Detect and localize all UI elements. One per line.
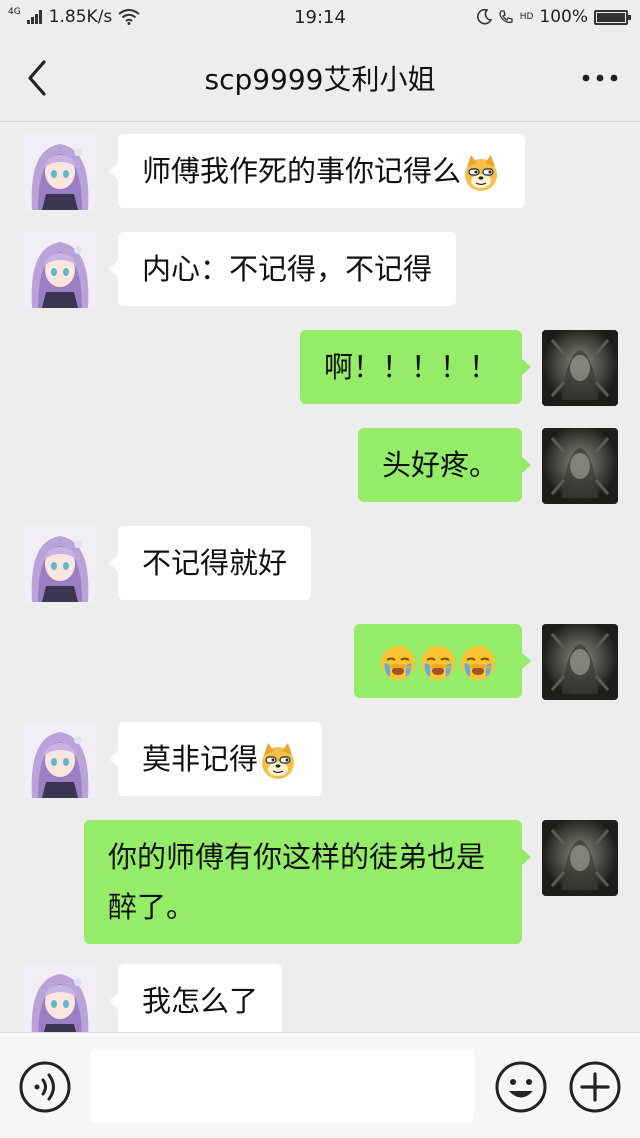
signal-icon	[26, 10, 42, 24]
doge-icon	[461, 153, 501, 193]
message-bubble[interactable]: 头好疼。	[357, 428, 532, 502]
status-bar: 4G 1.85K/s 19:14 HD 100%	[0, 0, 640, 34]
input-bar	[0, 1032, 640, 1138]
message-text: 内心：不记得，不记得	[142, 252, 433, 286]
facepalm-cry-icon	[458, 643, 498, 683]
chat-header: scp9999艾利小姐	[0, 34, 640, 122]
message-bubble[interactable]: 啊！！！！！	[299, 330, 532, 404]
battery-icon	[594, 9, 631, 25]
smiley-icon[interactable]	[494, 1060, 548, 1114]
doge-icon	[258, 741, 298, 781]
hd-call-icon	[499, 10, 513, 24]
message-text: 师傅我作死的事你记得么	[142, 154, 462, 188]
moon-icon	[476, 9, 492, 25]
contact-avatar[interactable]	[22, 232, 98, 308]
message-bubble[interactable]: 莫非记得	[108, 722, 323, 796]
contact-avatar[interactable]	[22, 526, 98, 602]
message-bubble[interactable]: 你的师傅有你这样的徒弟也是醉了。	[84, 820, 531, 944]
status-right: HD 100%	[476, 7, 631, 27]
message-input[interactable]	[90, 1049, 474, 1123]
plus-icon[interactable]	[568, 1060, 622, 1114]
chevron-left-icon[interactable]	[22, 58, 52, 98]
message-bubble[interactable]: 不记得就好	[108, 526, 312, 600]
message-list[interactable]: 师傅我作死的事你记得么 内心：不记得，不记得 啊！！！！！ 头好疼。 不记得就好…	[0, 122, 640, 1032]
message-text: 头好疼。	[381, 448, 498, 482]
message-bubble[interactable]: 内心：不记得，不记得	[108, 232, 457, 306]
network-label: 4G	[8, 7, 21, 17]
facepalm-cry-icon	[378, 643, 418, 683]
message-text: 不记得就好	[142, 546, 288, 580]
message-bubble[interactable]: 我怎么了	[108, 964, 283, 1032]
self-avatar[interactable]	[542, 428, 618, 504]
self-avatar[interactable]	[542, 820, 618, 896]
contact-avatar[interactable]	[22, 722, 98, 798]
message-text: 你的师傅有你这样的徒弟也是醉了。	[108, 840, 486, 924]
self-avatar[interactable]	[542, 624, 618, 700]
facepalm-cry-icon	[418, 643, 458, 683]
message-bubble[interactable]: 师傅我作死的事你记得么	[108, 134, 526, 208]
message-text: 莫非记得	[142, 742, 259, 776]
network-speed: 1.85K/s	[48, 7, 113, 27]
message-text: 我怎么了	[142, 984, 259, 1018]
chat-title: scp9999艾利小姐	[204, 62, 436, 96]
more-dots-icon[interactable]	[580, 64, 620, 92]
contact-avatar[interactable]	[22, 964, 98, 1032]
message-bubble[interactable]	[354, 624, 531, 698]
status-left: 4G 1.85K/s	[8, 7, 140, 27]
battery-percent: 100%	[539, 7, 588, 27]
wifi-icon	[118, 9, 140, 25]
message-text: 啊！！！！！	[323, 350, 498, 384]
voice-icon[interactable]	[18, 1060, 72, 1114]
hd-label: HD	[519, 12, 534, 22]
self-avatar[interactable]	[542, 330, 618, 406]
contact-avatar[interactable]	[22, 134, 98, 210]
